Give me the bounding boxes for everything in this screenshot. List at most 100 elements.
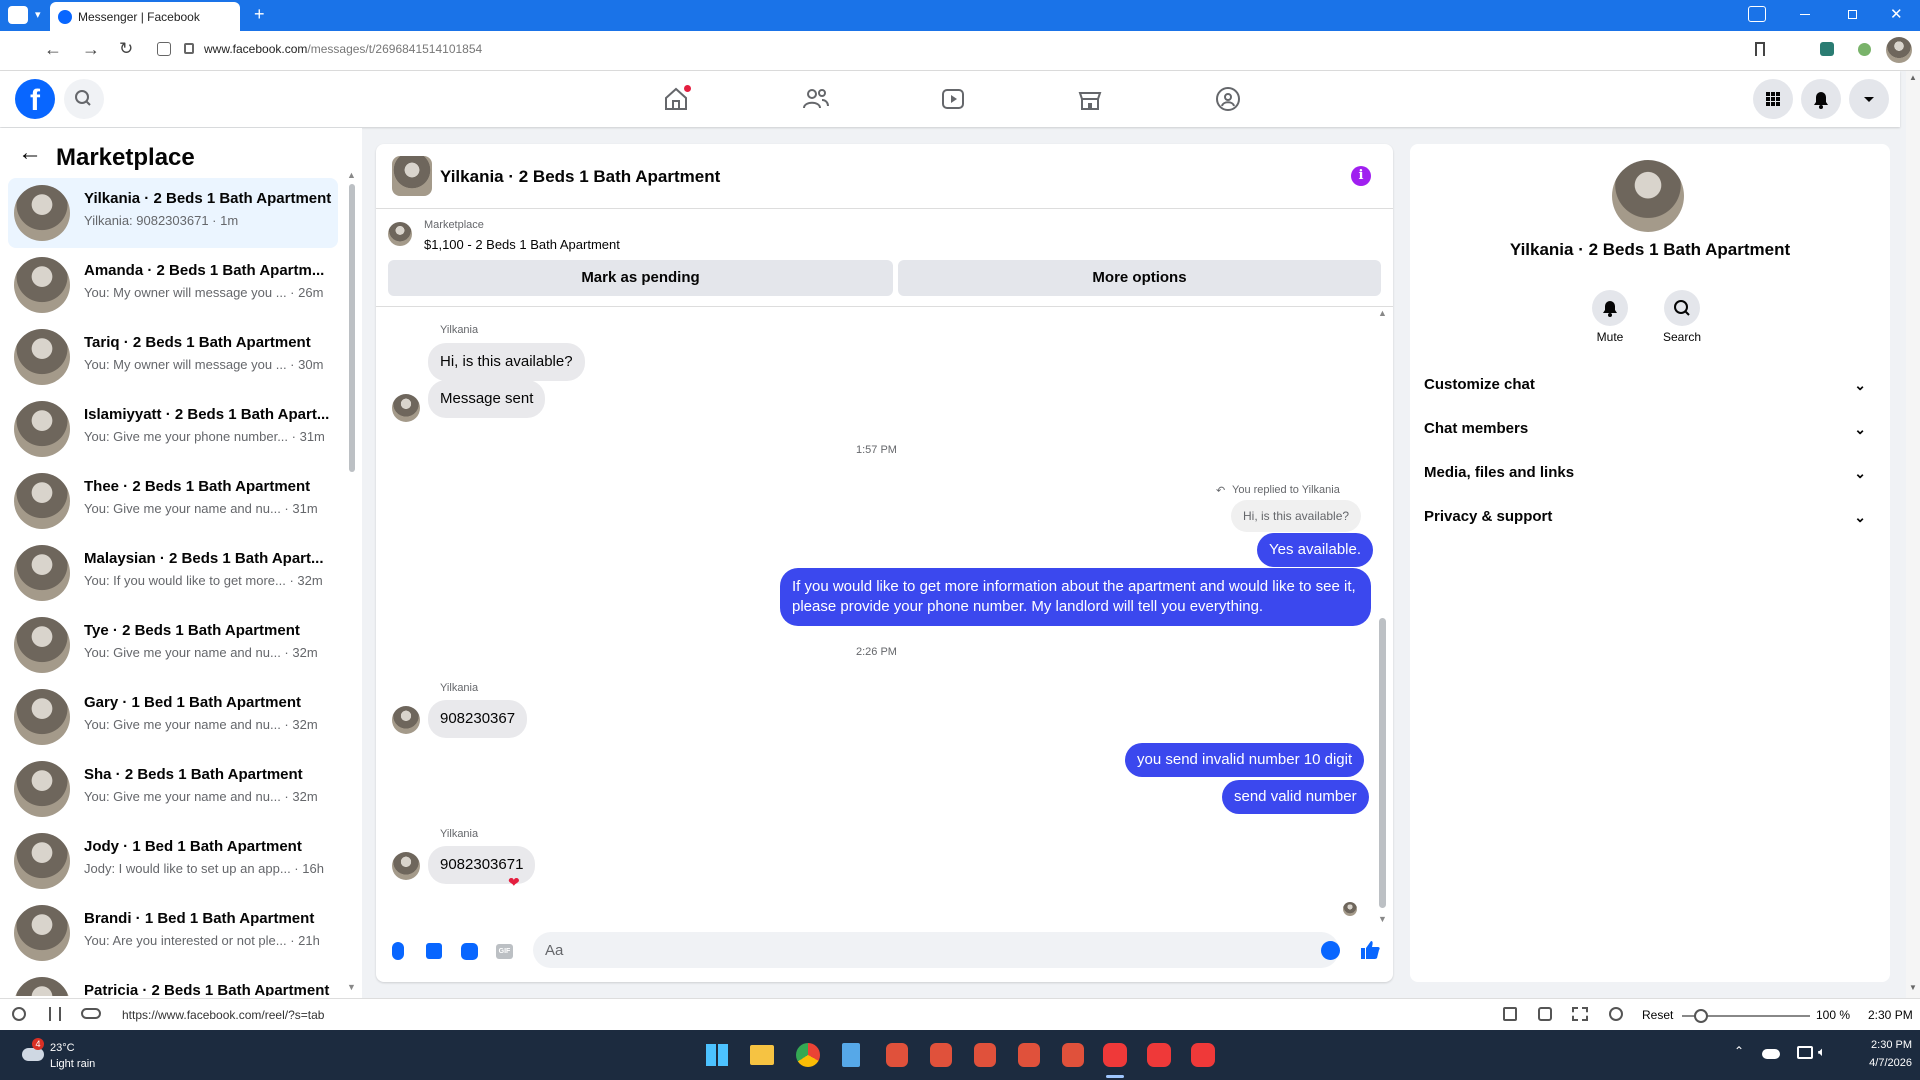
conversation-item[interactable]: Gary · 1 Bed 1 Bath Apartment You: Give m… bbox=[8, 682, 338, 752]
vivaldi-menu-button[interactable] bbox=[8, 6, 28, 24]
page-scrollbar[interactable]: ▲ ▼ bbox=[1906, 71, 1920, 998]
back-arrow-icon[interactable]: ← bbox=[18, 141, 42, 165]
facebook-logo-icon[interactable]: f bbox=[15, 79, 55, 119]
message-bubble[interactable]: If you would like to get more informatio… bbox=[780, 568, 1371, 626]
browser-app-icon[interactable] bbox=[1018, 1043, 1040, 1067]
notifications-button[interactable] bbox=[1801, 79, 1841, 119]
quoted-message[interactable]: Hi, is this available? bbox=[1231, 500, 1362, 532]
vivaldi-app-icon[interactable] bbox=[1103, 1043, 1127, 1067]
sidebar-scroll-thumb[interactable] bbox=[349, 184, 355, 472]
new-tab-icon[interactable]: + bbox=[254, 4, 265, 25]
notepad-icon[interactable] bbox=[842, 1043, 860, 1067]
mute-button[interactable] bbox=[1592, 290, 1628, 326]
conversation-item[interactable]: Malaysian · 2 Beds 1 Bath Apart... You: I… bbox=[8, 538, 338, 608]
file-explorer-icon[interactable] bbox=[750, 1045, 774, 1065]
onedrive-icon[interactable] bbox=[1762, 1049, 1780, 1059]
browser-app-icon[interactable] bbox=[1062, 1043, 1084, 1067]
account-button[interactable] bbox=[1849, 79, 1889, 119]
cloud-sync-icon[interactable] bbox=[81, 1008, 101, 1019]
tracker-shield-icon[interactable] bbox=[157, 42, 171, 56]
capture-icon[interactable] bbox=[1538, 1007, 1552, 1021]
message-bubble[interactable]: you send invalid number 10 digit bbox=[1125, 743, 1365, 777]
browser-tab[interactable]: Messenger | Facebook bbox=[50, 2, 240, 31]
vivaldi-app-icon[interactable] bbox=[1191, 1043, 1215, 1067]
tiling-icon[interactable] bbox=[1572, 1007, 1588, 1021]
chat-members-item[interactable]: Chat members ⌄ bbox=[1424, 411, 1874, 447]
conversation-item[interactable]: Sha · 2 Beds 1 Bath Apartment You: Give m… bbox=[8, 754, 338, 824]
network-icon[interactable] bbox=[1797, 1046, 1813, 1059]
tab-dropdown-icon[interactable]: ▾ bbox=[35, 8, 41, 21]
conversation-item[interactable]: Amanda · 2 Beds 1 Bath Apartm... You: My … bbox=[8, 250, 338, 320]
chat-scroll-thumb[interactable] bbox=[1379, 618, 1386, 908]
listing-text[interactable]: $1,100 - 2 Beds 1 Bath Apartment bbox=[424, 237, 620, 252]
close-window-icon[interactable]: ✕ bbox=[1890, 5, 1903, 23]
more-options-button[interactable]: More options bbox=[898, 260, 1381, 296]
conversation-item[interactable]: Jody · 1 Bed 1 Bath Apartment Jody: I wou… bbox=[8, 826, 338, 896]
conversation-item[interactable]: Islamiyyatt · 2 Beds 1 Bath Apart... You:… bbox=[8, 394, 338, 464]
conversation-item[interactable]: Patricia · 2 Beds 1 Bath Apartment bbox=[8, 970, 338, 996]
info-icon[interactable]: i bbox=[1351, 166, 1371, 186]
sidebar-scroll-up-icon[interactable]: ▲ bbox=[347, 170, 356, 180]
message-bubble[interactable]: 908230367 bbox=[428, 700, 528, 738]
home-nav-button[interactable] bbox=[656, 79, 696, 119]
media-files-links-item[interactable]: Media, files and links ⌄ bbox=[1424, 455, 1874, 491]
weather-widget[interactable]: 4 23°C Light rain bbox=[18, 1038, 128, 1074]
start-button-icon[interactable] bbox=[706, 1044, 728, 1066]
details-avatar[interactable] bbox=[1612, 160, 1684, 232]
listing-thumbnail[interactable] bbox=[388, 222, 412, 246]
browser-app-icon[interactable] bbox=[930, 1043, 952, 1067]
minimize-icon[interactable] bbox=[1800, 14, 1810, 15]
volume-icon[interactable]: 🔈︎ bbox=[1818, 1044, 1826, 1060]
marketplace-nav-button[interactable] bbox=[1070, 79, 1110, 119]
message-bubble[interactable]: Yes available. bbox=[1257, 533, 1374, 567]
message-bubble[interactable]: send valid number bbox=[1222, 780, 1369, 814]
menu-button[interactable] bbox=[1753, 79, 1793, 119]
page-actions-icon[interactable] bbox=[1503, 1007, 1517, 1021]
tray-chevron-up-icon[interactable]: ⌃ bbox=[1734, 1044, 1744, 1058]
conversation-item[interactable]: Tye · 2 Beds 1 Bath Apartment You: Give m… bbox=[8, 610, 338, 680]
sender-avatar[interactable] bbox=[392, 852, 420, 880]
back-icon[interactable]: ← bbox=[44, 39, 62, 60]
mark-pending-button[interactable]: Mark as pending bbox=[388, 260, 893, 296]
browser-app-icon[interactable] bbox=[974, 1043, 996, 1067]
taskbar-time[interactable]: 2:30 PM bbox=[1852, 1039, 1912, 1051]
search-button[interactable] bbox=[64, 79, 104, 119]
emoji-icon[interactable] bbox=[1321, 941, 1340, 960]
taskbar-date[interactable]: 4/7/2026 bbox=[1842, 1057, 1912, 1069]
conversation-item[interactable]: Thee · 2 Beds 1 Bath Apartment You: Give … bbox=[8, 466, 338, 536]
customize-chat-item[interactable]: Customize chat ⌄ bbox=[1424, 367, 1874, 403]
sender-avatar[interactable] bbox=[392, 706, 420, 734]
status-dot-icon[interactable] bbox=[1858, 43, 1871, 56]
restore-icon[interactable] bbox=[1848, 10, 1857, 19]
gif-icon[interactable]: GIF bbox=[496, 944, 513, 959]
chat-title[interactable]: Yilkania · 2 Beds 1 Bath Apartment bbox=[440, 167, 720, 187]
conversation-item[interactable]: Yilkania · 2 Beds 1 Bath Apartment Yilkan… bbox=[8, 178, 338, 248]
microphone-icon[interactable] bbox=[392, 942, 404, 960]
groups-nav-button[interactable] bbox=[1208, 79, 1248, 119]
message-input[interactable]: Aa bbox=[533, 932, 1340, 968]
bookmark-icon[interactable] bbox=[1755, 42, 1765, 56]
reload-icon[interactable]: ↻ bbox=[119, 39, 133, 59]
browser-app-icon[interactable] bbox=[886, 1043, 908, 1067]
chrome-icon[interactable] bbox=[796, 1043, 820, 1067]
message-bubble[interactable]: Message sent bbox=[428, 380, 546, 418]
profile-avatar[interactable] bbox=[1886, 37, 1912, 63]
privacy-support-item[interactable]: Privacy & support ⌄ bbox=[1424, 499, 1874, 535]
sticker-icon[interactable] bbox=[461, 943, 478, 960]
heart-reaction-icon[interactable]: ❤ bbox=[508, 874, 520, 891]
settings-icon[interactable] bbox=[12, 1007, 26, 1021]
sidebar-scrollbar[interactable]: ▲ ▼ bbox=[345, 170, 357, 996]
tab-list-icon[interactable] bbox=[1748, 6, 1766, 22]
friends-nav-button[interactable] bbox=[796, 79, 836, 119]
message-bubble[interactable]: Hi, is this available? bbox=[428, 343, 585, 381]
photo-icon[interactable] bbox=[426, 943, 442, 959]
chat-scroll-down-icon[interactable]: ▼ bbox=[1378, 914, 1387, 924]
chat-scroll-up-icon[interactable]: ▲ bbox=[1378, 308, 1387, 318]
chat-header-avatar[interactable] bbox=[392, 156, 432, 196]
forward-icon[interactable]: → bbox=[82, 39, 100, 60]
sender-avatar[interactable] bbox=[392, 394, 420, 422]
chat-scrollbar[interactable]: ▲ ▼ bbox=[1376, 308, 1388, 928]
sidebar-scroll-down-icon[interactable]: ▼ bbox=[347, 982, 356, 992]
url-field[interactable]: www.facebook.com/messages/t/269684151410… bbox=[204, 42, 482, 56]
vivaldi-app-icon[interactable] bbox=[1147, 1043, 1171, 1067]
